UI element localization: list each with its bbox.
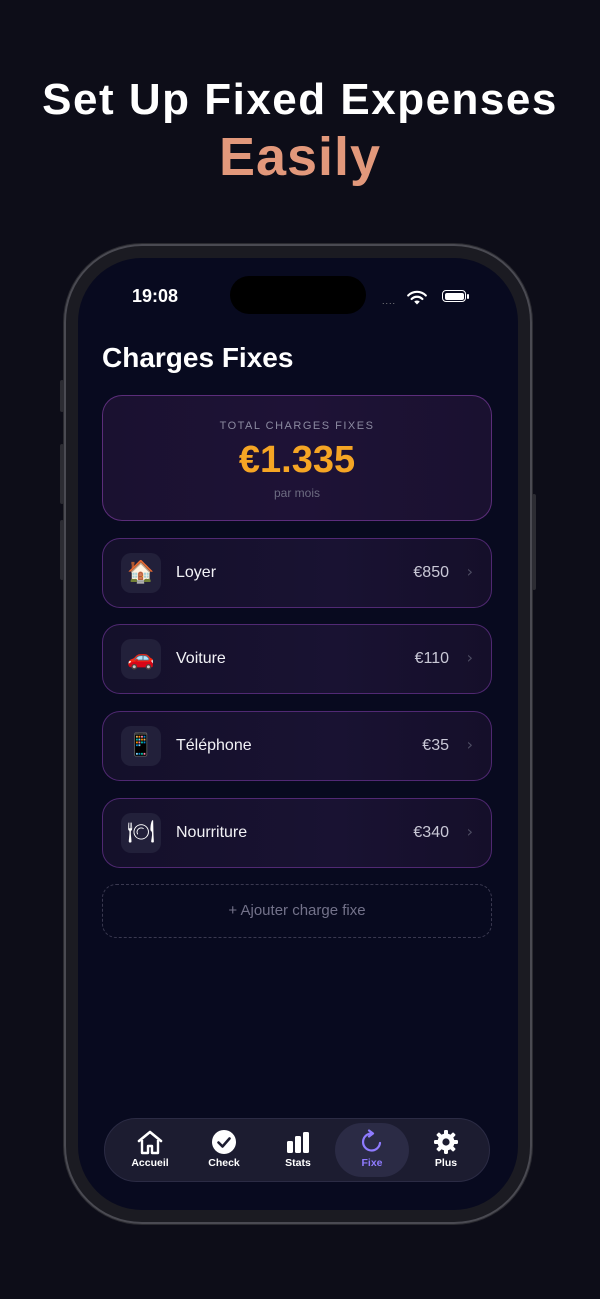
gear-icon	[434, 1130, 458, 1154]
expense-item-telephone[interactable]: 📱 Téléphone €35 ›	[102, 711, 492, 781]
chevron-right-icon: ›	[466, 648, 473, 667]
headline-accent: Easily	[218, 127, 382, 187]
summary-period: par mois	[273, 486, 320, 500]
expense-label: Nourriture	[176, 824, 248, 841]
expense-amount: €850	[413, 564, 449, 581]
tab-label: Check	[208, 1157, 240, 1169]
tab-label: Accueil	[131, 1157, 169, 1169]
side-button-volume-up	[60, 444, 64, 504]
headline: Set Up Fixed Expenses	[42, 75, 558, 124]
battery-icon	[442, 290, 469, 302]
wifi-icon	[407, 290, 427, 305]
side-button-action	[60, 380, 64, 412]
signal-icon: ....	[381, 296, 396, 306]
side-button-volume-down	[60, 520, 64, 580]
expense-amount: €340	[413, 824, 449, 841]
chevron-right-icon: ›	[466, 562, 473, 581]
check-icon	[212, 1130, 236, 1154]
expense-label: Loyer	[176, 564, 217, 581]
expense-label: Voiture	[176, 650, 226, 667]
expense-item-voiture[interactable]: 🚗 Voiture €110 ›	[102, 624, 492, 694]
tab-label: Plus	[434, 1157, 458, 1169]
repeat-icon	[361, 1129, 382, 1152]
total-summary-card: TOTAL CHARGES FIXES €1.335 par mois	[102, 395, 492, 521]
chevron-right-icon: ›	[466, 822, 473, 841]
tab-stats[interactable]: Stats	[261, 1123, 335, 1177]
side-button-power	[532, 494, 536, 590]
tab-plus[interactable]: Plus	[409, 1123, 483, 1177]
expense-item-nourriture[interactable]: 🍽 Nourriture €340 ›	[102, 798, 492, 868]
expense-item-loyer[interactable]: 🏠 Loyer €850 ›	[102, 538, 492, 608]
tab-label: Stats	[285, 1157, 311, 1169]
tab-accueil[interactable]: Accueil	[113, 1123, 187, 1177]
home-icon	[137, 1130, 163, 1155]
car-icon: 🚗	[121, 639, 161, 679]
status-indicators: ....	[346, 288, 469, 306]
summary-amount: €1.335	[238, 439, 356, 481]
status-time: 19:08	[132, 286, 179, 306]
house-icon: 🏠	[121, 553, 161, 593]
tab-label: Fixe	[361, 1157, 383, 1169]
expense-amount: €35	[422, 737, 449, 754]
tab-bar: Accueil Check Stats Fixe Plus	[104, 1118, 490, 1182]
chevron-right-icon: ›	[466, 735, 473, 754]
phone-frame: 19:08 .... Charges Fixes TOTAL CHARGES F…	[60, 244, 536, 1224]
bar-chart-icon	[287, 1132, 309, 1153]
phone-screen: 19:08 .... Charges Fixes TOTAL CHARGES F…	[78, 258, 518, 1210]
add-fixed-charge-button[interactable]: + Ajouter charge fixe	[102, 884, 492, 938]
summary-label: TOTAL CHARGES FIXES	[219, 420, 375, 432]
expense-label: Téléphone	[176, 737, 252, 754]
plate-icon: 🍽	[121, 813, 161, 853]
phone-icon: 📱	[121, 726, 161, 766]
expense-amount: €110	[414, 650, 449, 667]
tab-check[interactable]: Check	[187, 1123, 261, 1177]
page-title: Charges Fixes	[102, 342, 294, 373]
tab-fixe[interactable]: Fixe	[335, 1123, 409, 1177]
